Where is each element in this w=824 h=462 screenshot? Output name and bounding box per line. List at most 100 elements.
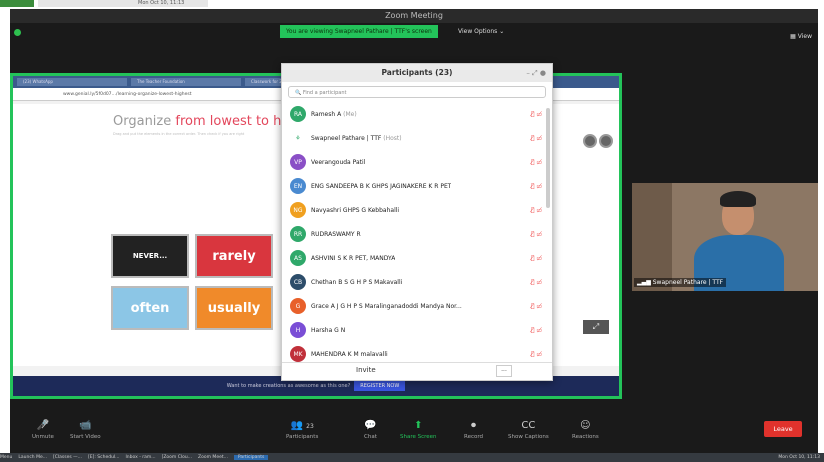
participant-name-text: Swapneel Pathare | TTF [311, 134, 382, 142]
share-screen-icon: ⬆ [414, 420, 423, 431]
participant-avatar: NG [290, 202, 306, 218]
word-tile[interactable]: rarely [195, 234, 273, 278]
mic-camera-status-icon: 🎙̸ ▭̸ [530, 182, 542, 190]
captions-button[interactable]: CC Show Captions [508, 420, 549, 440]
participants-icon: 👥 23 [290, 420, 314, 431]
unmute-button[interactable]: 🎤̸ Unmute [32, 420, 54, 440]
participant-row[interactable]: G Grace A J G H P S Maralinganadoddi Mand… [282, 294, 552, 318]
participant-row[interactable]: CB Chethan B S G H P S Makavalli 🎙̸ ▭̸ [282, 270, 552, 294]
window-title: Zoom Meeting [10, 9, 818, 23]
meeting-toolbar: 🎤̸ Unmute 📹 Start Video 👥 23 Participants 💬… [10, 416, 818, 453]
participants-count: 23 [306, 423, 314, 430]
start-video-button[interactable]: 📹 Start Video [70, 420, 101, 440]
tile-label: often [130, 300, 170, 316]
browser-tab[interactable]: The Teacher Foundation [131, 78, 241, 86]
register-button[interactable]: REGISTER NOW [354, 381, 406, 391]
participant-name: MAHENDRA K M malavalli [311, 351, 388, 358]
participant-name-text: Grace A J G H P S Maralinganadoddi Mandy… [311, 302, 462, 310]
tile-label: NEVER... [132, 252, 168, 260]
captions-label: Show Captions [508, 434, 549, 440]
taskbar-item[interactable]: Zoom Meet... [198, 455, 228, 460]
sharing-banner: You are viewing Swapneel Pathare | TTF's… [280, 25, 438, 38]
heading-plain: Organize [113, 114, 176, 129]
share-screen-button[interactable]: ⬆ Share Screen [400, 420, 437, 440]
video-name-text: Swapneel Pathare | TTF [652, 279, 724, 286]
participant-avatar: H [290, 322, 306, 338]
participant-name-text: MAHENDRA K M malavalli [311, 350, 388, 358]
view-button[interactable]: ▦ View [790, 33, 812, 40]
activity-subtext: Drag and put the elements in the correct… [113, 132, 245, 136]
participant-row[interactable]: RA Ramesh A (Me) 🎙̸ ▭̸ [282, 102, 552, 126]
participant-row[interactable]: EN ENG SANDEEPA B K GHPS JAGINAKERE K R P… [282, 174, 552, 198]
taskbar-item[interactable]: [E]: Schedul... [88, 455, 120, 460]
participant-row[interactable]: H Harsha G N 🎙̸ ▭̸ [282, 318, 552, 342]
record-icon: ⏺ [471, 420, 476, 431]
top-strip: Mon Oct 10, 11:13 [0, 0, 824, 8]
record-label: Record [464, 434, 484, 440]
participant-row[interactable]: VP Veerangouda Patil 🎙̸ ▭̸ [282, 150, 552, 174]
participant-avatar: CB [290, 274, 306, 290]
participant-search-input[interactable]: 🔍 Find a participant [288, 86, 546, 98]
participant-name-text: Ramesh A [311, 110, 342, 118]
round-buttons [583, 134, 613, 148]
participant-name-text: Harsha G N [311, 326, 346, 334]
taskbar-item[interactable]: Participants [233, 455, 269, 460]
participant-avatar: ⚘ [290, 130, 306, 146]
taskbar-item[interactable]: Inbox - ram... [125, 455, 155, 460]
invite-button[interactable]: Invite [356, 366, 376, 374]
chat-button[interactable]: 💬 Chat [364, 420, 377, 440]
start-video-label: Start Video [70, 434, 101, 440]
search-placeholder: Find a participant [302, 90, 347, 96]
captions-icon: CC [521, 420, 536, 431]
participant-tag: (Host) [383, 134, 402, 142]
fullscreen-icon[interactable]: ⤢ [583, 320, 609, 334]
participants-title: Participants (23) [381, 68, 453, 77]
word-tile[interactable]: usually [195, 286, 273, 330]
word-tile[interactable]: often [111, 286, 189, 330]
word-tile[interactable]: NEVER... [111, 234, 189, 278]
video-tile[interactable]: ▂▄▆ Swapneel Pathare | TTF [632, 183, 818, 291]
participant-row[interactable]: RR RUDRASWAMY R 🎙̸ ▭̸ [282, 222, 552, 246]
browser-tab[interactable]: (23) WhatsApp [17, 78, 127, 86]
unmute-label: Unmute [32, 434, 54, 440]
view-button-label: View [797, 33, 812, 40]
participant-avatar: AS [290, 250, 306, 266]
participant-name: ASHVINI S K R PET, MANDYA [311, 255, 395, 262]
taskbar-clock: Mon Oct 10, 11:13 [778, 455, 820, 460]
participant-name: RUDRASWAMY R [311, 231, 361, 238]
record-button[interactable]: ⏺ Record [464, 420, 483, 440]
taskbar-item[interactable]: Menu [0, 455, 12, 460]
mic-camera-status-icon: 🎙̸ ▭̸ [530, 134, 542, 142]
mic-camera-status-icon: 🎙̸ ▭̸ [530, 110, 542, 118]
taskbar-item[interactable]: Launch Me... [18, 455, 47, 460]
window-controls[interactable]: – ⤢ ● [526, 64, 546, 82]
reactions-icon: ☺ [580, 420, 591, 431]
participant-name-text: ASHVINI S K R PET, MANDYA [311, 254, 396, 262]
participant-row[interactable]: AS ASHVINI S K R PET, MANDYA 🎙̸ ▭̸ [282, 246, 552, 270]
view-options-button[interactable]: View Options ⌄ [458, 25, 504, 38]
leave-button[interactable]: Leave [764, 421, 802, 437]
participants-button[interactable]: 👥 23 Participants [286, 420, 318, 440]
participant-name: ENG SANDEEPA B K GHPS JAGINAKERE K R PET [311, 183, 451, 190]
zoom-window: You are viewing Swapneel Pathare | TTF's… [10, 23, 818, 453]
mic-camera-status-icon: 🎙̸ ▭̸ [530, 302, 542, 310]
os-taskbar: Menu Launch Me... [Classes —... [E]: Schedu… [0, 453, 824, 462]
participant-row[interactable]: NG Navyashri GHPS G Kebbahalli 🎙̸ ▭̸ [282, 198, 552, 222]
video-off-icon: 📹 [79, 420, 92, 431]
reactions-button[interactable]: ☺ Reactions [572, 420, 599, 440]
mic-camera-status-icon: 🎙̸ ▭̸ [530, 326, 542, 334]
security-icon[interactable] [14, 29, 21, 36]
tile-label: usually [207, 300, 261, 316]
more-button[interactable]: ... [496, 365, 512, 377]
taskbar-item[interactable]: [Zoom Clou... [162, 455, 192, 460]
participant-name-text: Navyashri GHPS G Kebbahalli [311, 206, 400, 214]
participant-row[interactable]: ⚘ Swapneel Pathare | TTF (Host) 🎙̸ ▭̸ [282, 126, 552, 150]
round-button[interactable] [599, 134, 613, 148]
participants-label: Participants [286, 434, 319, 440]
participants-header: Participants (23) – ⤢ ● [282, 64, 552, 82]
round-button[interactable] [583, 134, 597, 148]
taskbar-item[interactable]: [Classes —... [53, 455, 82, 460]
top-strip-badge [0, 0, 34, 7]
mic-camera-status-icon: 🎙̸ ▭̸ [530, 278, 542, 286]
participant-scrollbar[interactable] [546, 108, 550, 208]
